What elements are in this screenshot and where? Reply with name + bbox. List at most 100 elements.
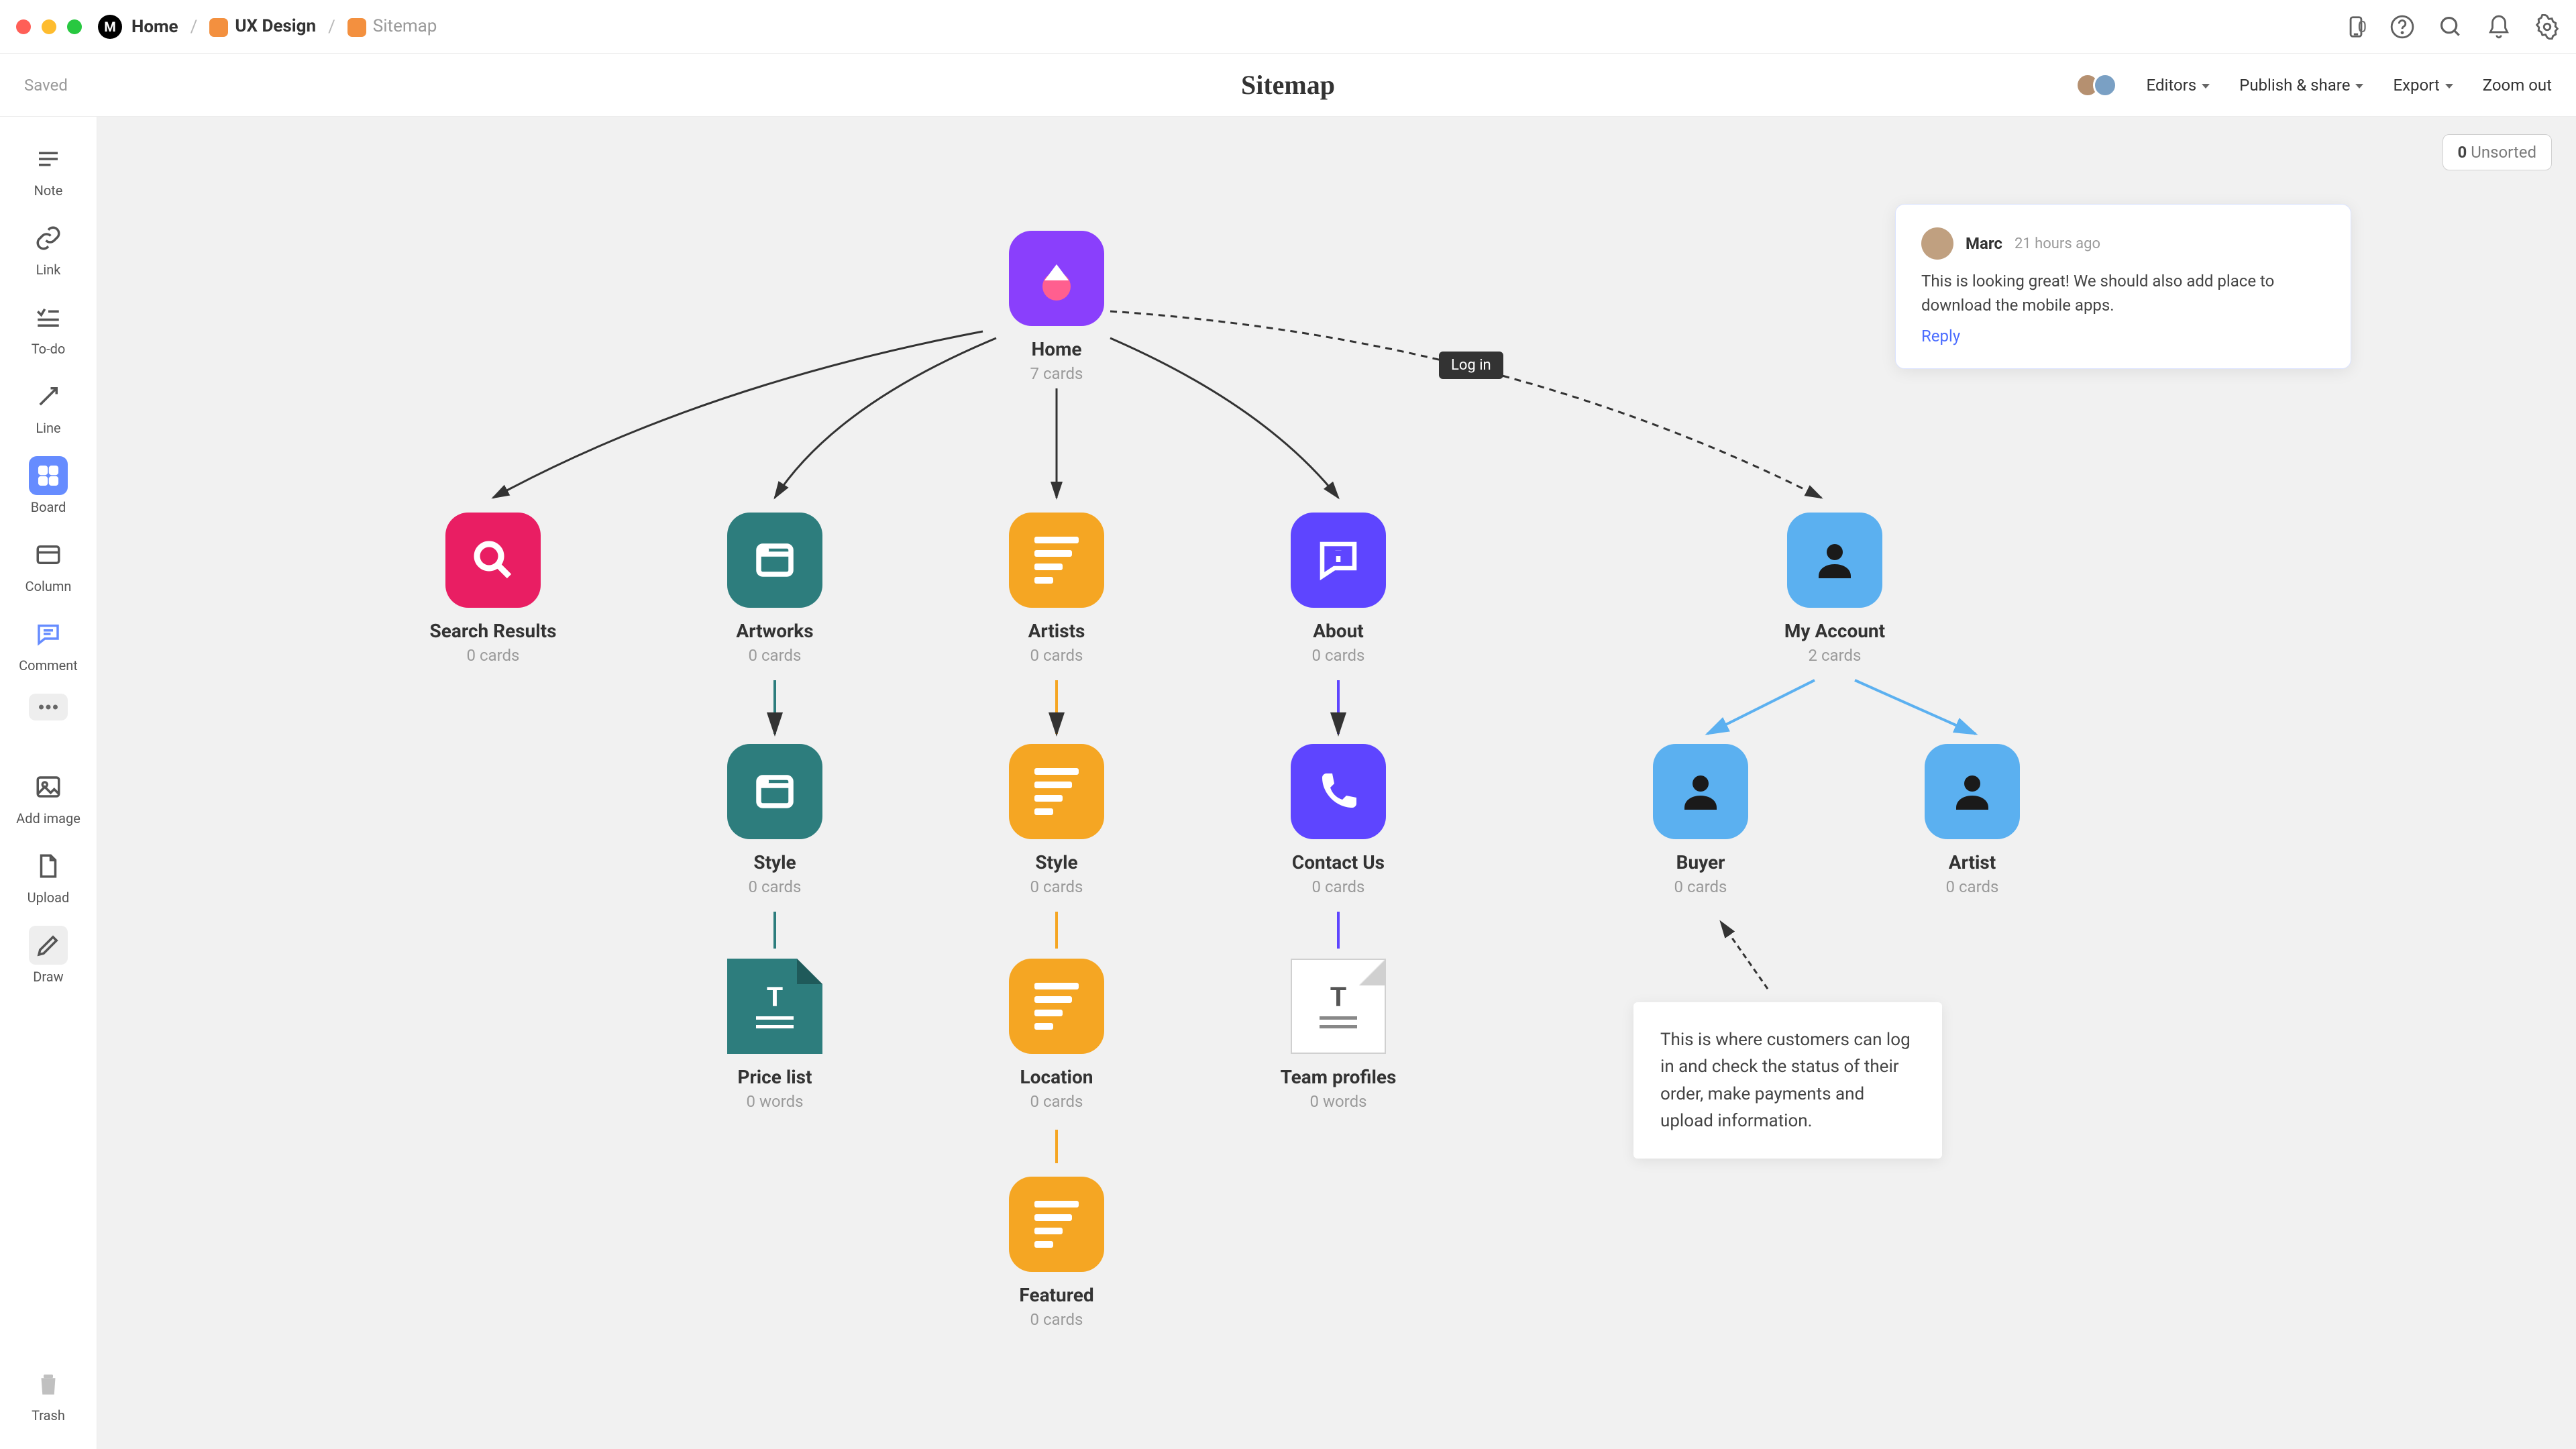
editor-avatars[interactable] bbox=[2082, 73, 2117, 97]
node-sub: 0 cards bbox=[1030, 1310, 1083, 1329]
node-title: Artworks bbox=[736, 620, 813, 642]
crumb-sitemap[interactable]: Sitemap bbox=[347, 16, 437, 36]
editors-dropdown[interactable]: Editors bbox=[2147, 76, 2210, 95]
page-title[interactable]: Sitemap bbox=[1241, 69, 1335, 101]
unsorted-count: 0 bbox=[2458, 143, 2467, 162]
tool-line[interactable]: Line bbox=[23, 372, 73, 441]
node-sub: 0 cards bbox=[1030, 877, 1083, 896]
tool-link[interactable]: Link bbox=[23, 213, 73, 283]
node-sub: 0 words bbox=[1310, 1092, 1367, 1111]
tool-add-image[interactable]: Add image bbox=[11, 762, 86, 832]
crumb-sep: / bbox=[191, 17, 198, 37]
tool-trash[interactable]: Trash bbox=[23, 1359, 73, 1429]
crumb-home[interactable]: Home bbox=[131, 17, 178, 37]
node-buyer[interactable]: Buyer 0 cards bbox=[1623, 744, 1778, 896]
sticky-note[interactable]: This is where customers can log in and c… bbox=[1633, 1002, 1942, 1159]
publish-dropdown[interactable]: Publish & share bbox=[2239, 76, 2363, 95]
node-title: Contact Us bbox=[1292, 851, 1385, 873]
node-title: Style bbox=[1035, 851, 1077, 873]
node-contact-us[interactable]: Contact Us 0 cards bbox=[1261, 744, 1415, 896]
node-sub: 0 cards bbox=[749, 877, 802, 896]
person-icon bbox=[1787, 513, 1882, 608]
node-team-profiles[interactable]: T Team profiles 0 words bbox=[1261, 959, 1415, 1111]
node-sub: 0 cards bbox=[1030, 646, 1083, 665]
maximize-window[interactable] bbox=[67, 19, 82, 34]
node-style-artworks[interactable]: Style 0 cards bbox=[698, 744, 852, 896]
board-icon bbox=[36, 462, 61, 490]
node-title: Buyer bbox=[1676, 851, 1725, 873]
search-icon[interactable] bbox=[2438, 14, 2463, 40]
tool-note[interactable]: Note bbox=[23, 134, 73, 204]
chevron-down-icon bbox=[2445, 84, 2453, 89]
tool-upload[interactable]: Upload bbox=[22, 841, 75, 911]
home-icon bbox=[1009, 231, 1104, 326]
text-lines-icon bbox=[1009, 959, 1104, 1054]
node-my-account[interactable]: My Account 2 cards bbox=[1758, 513, 1912, 665]
phone-icon bbox=[1291, 744, 1386, 839]
breadcrumb: Home / UX Design / Sitemap bbox=[131, 16, 437, 36]
node-home[interactable]: Home 7 cards bbox=[979, 231, 1134, 383]
draw-icon bbox=[34, 931, 62, 959]
gear-icon[interactable] bbox=[2534, 14, 2560, 40]
node-sub: 2 cards bbox=[1809, 646, 1862, 665]
bell-icon[interactable] bbox=[2486, 14, 2512, 40]
node-title: Featured bbox=[1019, 1284, 1093, 1306]
chevron-down-icon bbox=[2202, 84, 2210, 89]
comment-card[interactable]: Marc 21 hours ago This is looking great!… bbox=[1895, 204, 2351, 369]
node-location[interactable]: Location 0 cards bbox=[979, 959, 1134, 1111]
tool-todo[interactable]: To-do bbox=[23, 292, 73, 362]
link-icon bbox=[34, 224, 62, 252]
tool-column[interactable]: Column bbox=[20, 530, 77, 600]
node-artists[interactable]: Artists 0 cards bbox=[979, 513, 1134, 665]
crumb-ux[interactable]: UX Design bbox=[209, 16, 316, 36]
node-featured[interactable]: Featured 0 cards bbox=[979, 1177, 1134, 1329]
crumb-sep: / bbox=[328, 17, 335, 37]
node-search-results[interactable]: Search Results 0 cards bbox=[416, 513, 570, 665]
node-title: About bbox=[1313, 620, 1364, 642]
folder-icon bbox=[347, 18, 366, 37]
node-artist[interactable]: Artist 0 cards bbox=[1895, 744, 2049, 896]
node-style-artists[interactable]: Style 0 cards bbox=[979, 744, 1134, 896]
tool-board[interactable]: Board bbox=[23, 451, 73, 521]
app-logo-icon[interactable]: M bbox=[98, 15, 122, 39]
node-title: Artists bbox=[1028, 620, 1085, 642]
upload-icon bbox=[34, 852, 62, 880]
comment-icon bbox=[34, 620, 62, 648]
export-dropdown[interactable]: Export bbox=[2393, 76, 2453, 95]
login-label-pill[interactable]: Log in bbox=[1439, 352, 1503, 379]
device-badge[interactable]: 0 bbox=[2343, 14, 2367, 40]
document-bar: Saved Sitemap Editors Publish & share Ex… bbox=[0, 54, 2576, 117]
tool-draw[interactable]: Draw bbox=[23, 920, 73, 990]
node-artworks[interactable]: Artworks 0 cards bbox=[698, 513, 852, 665]
node-title: Team profiles bbox=[1281, 1066, 1397, 1088]
tool-more[interactable] bbox=[23, 688, 73, 726]
device-count: 0 bbox=[2358, 17, 2367, 36]
zoom-out-button[interactable]: Zoom out bbox=[2483, 76, 2552, 95]
help-icon[interactable] bbox=[2390, 14, 2415, 40]
person-icon bbox=[1925, 744, 2020, 839]
text-lines-icon bbox=[1009, 1177, 1104, 1272]
comment-body: This is looking great! We should also ad… bbox=[1921, 269, 2325, 317]
sitemap-canvas[interactable]: 0 Unsorted bbox=[97, 117, 2576, 1449]
node-price-list[interactable]: T Price list 0 words bbox=[698, 959, 852, 1111]
unsorted-label: Unsorted bbox=[2471, 143, 2536, 162]
node-sub: 0 cards bbox=[1312, 877, 1365, 896]
node-about[interactable]: About 0 cards bbox=[1261, 513, 1415, 665]
info-chat-icon bbox=[1291, 513, 1386, 608]
image-icon bbox=[34, 773, 62, 801]
minimize-window[interactable] bbox=[42, 19, 56, 34]
close-window[interactable] bbox=[16, 19, 31, 34]
tool-comment[interactable]: Comment bbox=[13, 609, 83, 679]
node-title: My Account bbox=[1784, 620, 1885, 642]
avatar bbox=[1921, 227, 1953, 260]
node-title: Style bbox=[753, 851, 796, 873]
unsorted-button[interactable]: 0 Unsorted bbox=[2443, 134, 2552, 170]
node-sub: 0 cards bbox=[467, 646, 520, 665]
todo-icon bbox=[34, 303, 62, 331]
node-title: Search Results bbox=[430, 620, 557, 642]
column-icon bbox=[34, 541, 62, 569]
window-titlebar: M Home / UX Design / Sitemap 0 bbox=[0, 0, 2576, 54]
comment-reply-link[interactable]: Reply bbox=[1921, 327, 2325, 345]
node-sub: 0 cards bbox=[1674, 877, 1727, 896]
person-icon bbox=[1653, 744, 1748, 839]
